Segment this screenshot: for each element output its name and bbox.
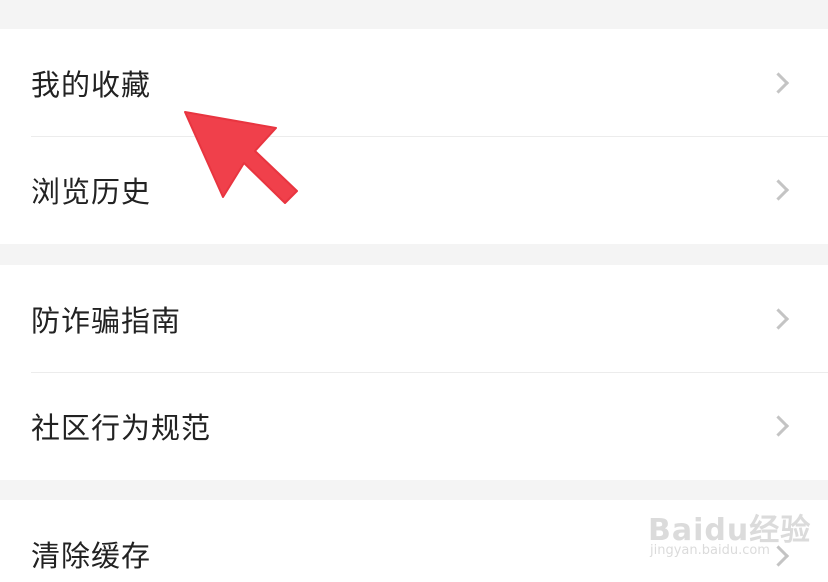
- menu-item-community-rules[interactable]: 社区行为规范: [0, 372, 828, 479]
- chevron-right-icon: [767, 307, 790, 330]
- menu-item-label: 我的收藏: [31, 67, 152, 102]
- menu-item-clear-cache[interactable]: 清除缓存: [0, 500, 828, 582]
- menu-group-3: 清除缓存: [0, 500, 828, 582]
- chevron-right-icon: [767, 178, 790, 201]
- menu-item-history[interactable]: 浏览历史: [0, 136, 828, 243]
- settings-screen: 我的收藏 浏览历史 防诈骗指南 社区行为规范 清除缓存 Baidu经验 jing…: [0, 0, 828, 582]
- chevron-right-icon: [767, 414, 790, 437]
- menu-item-anti-fraud-guide[interactable]: 防诈骗指南: [0, 265, 828, 372]
- menu-item-favorites[interactable]: 我的收藏: [0, 29, 828, 136]
- chevron-right-icon: [767, 545, 790, 567]
- menu-group-1: 我的收藏 浏览历史: [0, 29, 828, 244]
- menu-group-2: 防诈骗指南 社区行为规范: [0, 265, 828, 480]
- menu-item-label: 防诈骗指南: [31, 303, 182, 338]
- menu-item-label: 浏览历史: [31, 174, 152, 209]
- menu-item-label: 清除缓存: [31, 539, 152, 573]
- chevron-right-icon: [767, 71, 790, 94]
- menu-item-label: 社区行为规范: [31, 410, 212, 445]
